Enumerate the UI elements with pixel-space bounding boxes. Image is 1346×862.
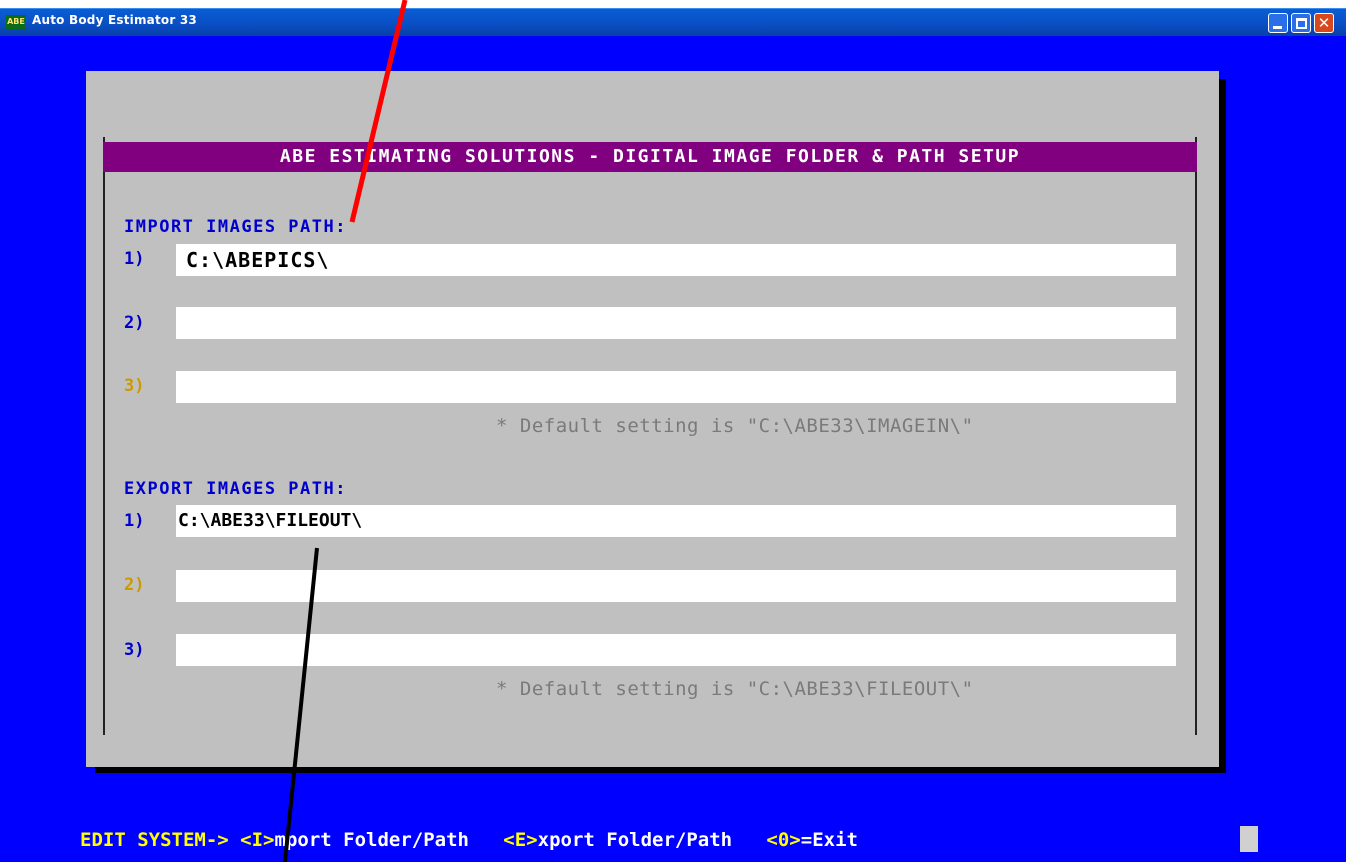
maximize-button[interactable]	[1291, 13, 1311, 33]
title-bar: ABE Auto Body Estimator 33 ✕	[0, 8, 1346, 36]
command-prefix: EDIT SYSTEM->	[80, 829, 229, 851]
maximize-icon	[1296, 18, 1307, 29]
exit-command[interactable]: <0>=Exit	[766, 829, 858, 851]
export-path-2-field[interactable]	[176, 570, 1176, 602]
minimize-icon	[1273, 26, 1282, 29]
export-default-note: * Default setting is "C:\ABE33\FILEOUT\"	[496, 678, 974, 700]
import-command[interactable]: <I>mport Folder/Path	[240, 829, 469, 851]
export-section-label: EXPORT IMAGES PATH:	[124, 479, 347, 499]
window-title: Auto Body Estimator 33	[32, 13, 197, 27]
export-command-text: xport Folder/Path	[537, 829, 733, 851]
export-row-2-number: 2)	[124, 575, 145, 595]
export-row-3-number: 3)	[124, 640, 145, 660]
exit-command-text: =Exit	[800, 829, 858, 851]
export-row-1-number: 1)	[124, 511, 145, 531]
import-default-note: * Default setting is "C:\ABE33\IMAGEIN\"	[496, 415, 974, 437]
export-command[interactable]: <E>xport Folder/Path	[503, 829, 732, 851]
app-icon: ABE	[6, 15, 26, 29]
text-cursor	[1240, 826, 1258, 852]
minimize-button[interactable]	[1268, 13, 1288, 33]
exit-command-key: <0>	[766, 829, 801, 851]
close-button[interactable]: ✕	[1314, 13, 1334, 33]
import-row-3-number: 3)	[124, 376, 145, 396]
panel-header: ABE ESTIMATING SOLUTIONS - DIGITAL IMAGE…	[103, 142, 1197, 172]
import-path-3-field[interactable]	[176, 371, 1176, 403]
import-command-text: mport Folder/Path	[274, 829, 469, 851]
import-row-1-number: 1)	[124, 249, 145, 269]
import-path-1-field[interactable]: C:\ABEPICS\	[176, 244, 1176, 276]
export-path-1-field[interactable]: C:\ABE33\FILEOUT\	[176, 505, 1176, 537]
export-path-3-field[interactable]	[176, 634, 1176, 666]
close-icon: ✕	[1317, 14, 1331, 32]
import-command-key: <I>	[240, 829, 275, 851]
export-command-key: <E>	[503, 829, 538, 851]
import-section-label: IMPORT IMAGES PATH:	[124, 217, 347, 237]
import-row-2-number: 2)	[124, 313, 145, 333]
import-path-2-field[interactable]	[176, 307, 1176, 339]
command-line: EDIT SYSTEM-> <I>mport Folder/Path <E>xp…	[80, 829, 858, 853]
